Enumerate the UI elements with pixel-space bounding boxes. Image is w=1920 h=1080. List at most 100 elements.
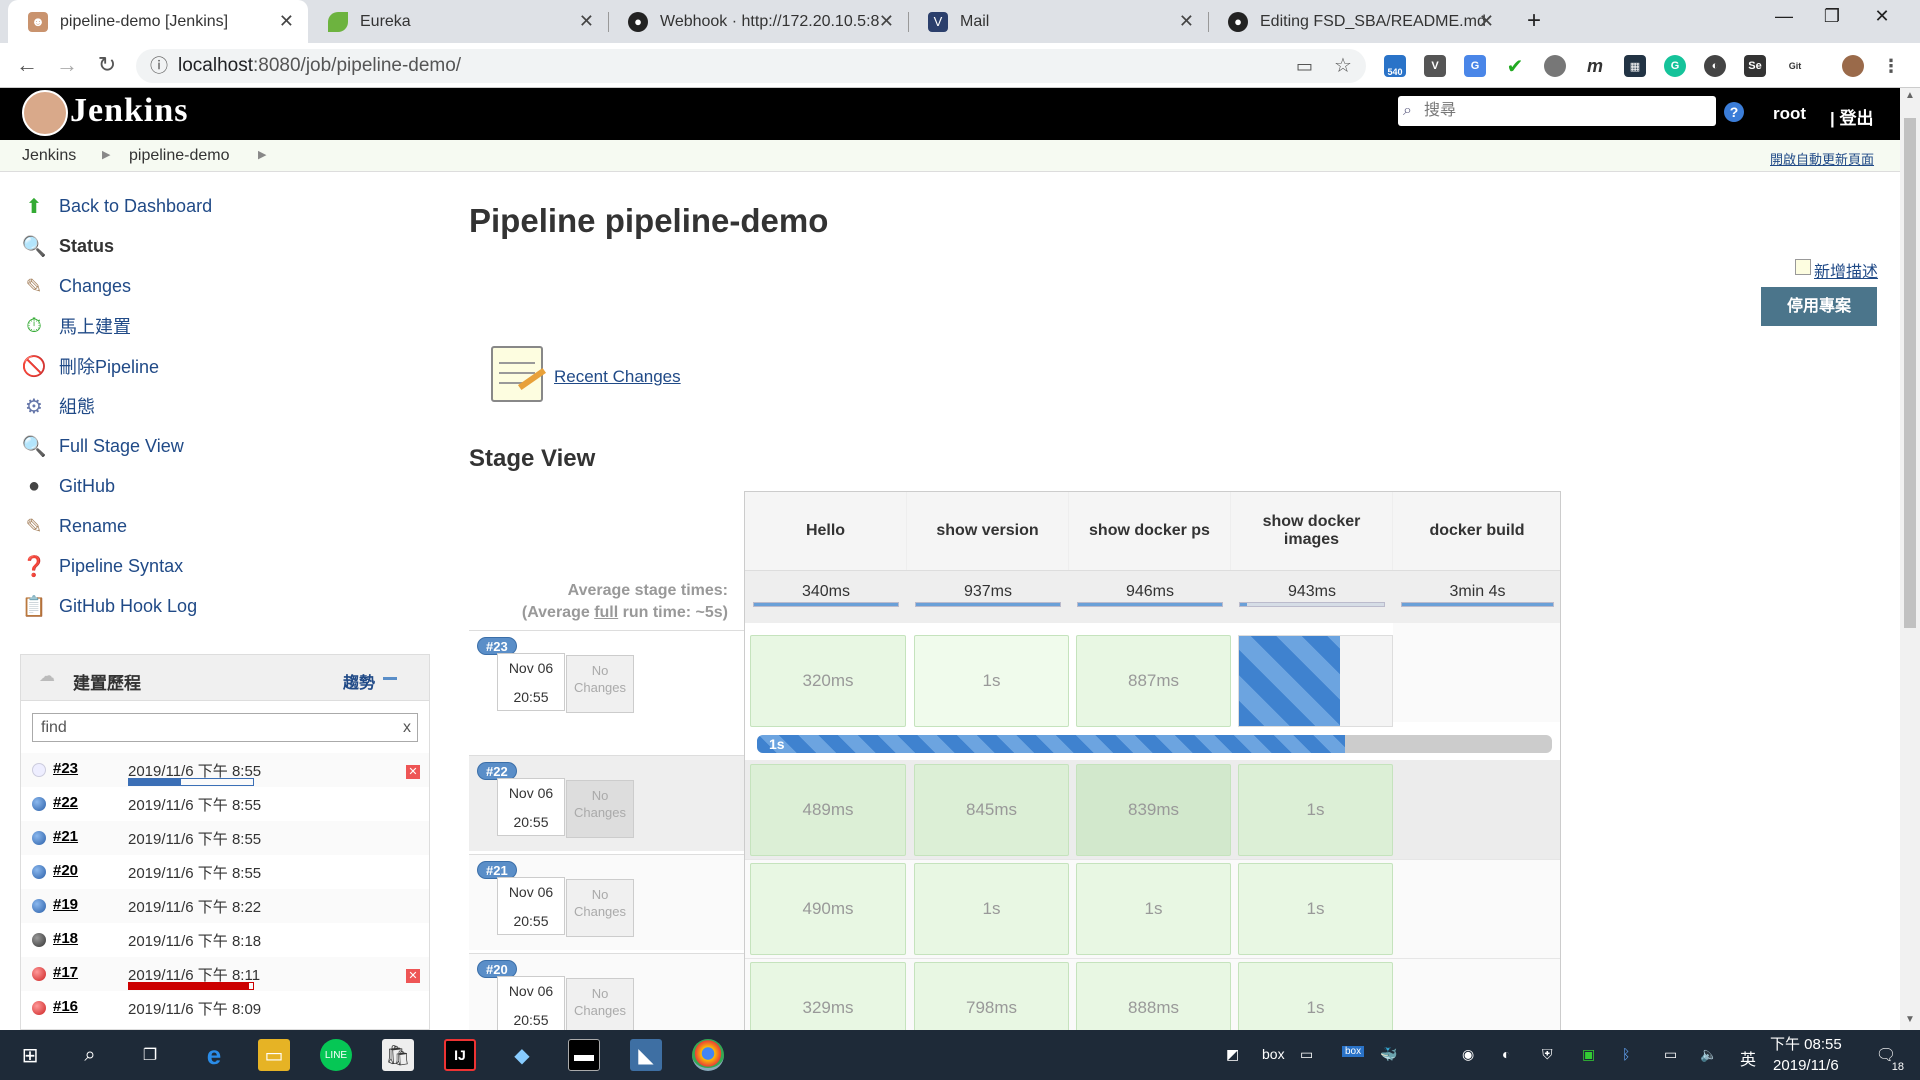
stage-cell-23-hello[interactable]: 320ms: [750, 635, 906, 727]
sidebar-item-github-hook-log[interactable]: 📋 GitHub Hook Log: [20, 592, 198, 620]
intellij-icon[interactable]: IJ: [444, 1039, 476, 1071]
notification-center-icon[interactable]: 🗨 18: [1870, 1039, 1904, 1073]
build-number-link[interactable]: #21: [53, 828, 78, 845]
sidebar-item-pipeline-syntax[interactable]: ❓ Pipeline Syntax: [20, 552, 184, 580]
stage-cell-22-show-version[interactable]: 845ms: [914, 764, 1069, 856]
stage-cell-21-show-docker-ps[interactable]: 1s: [1076, 863, 1231, 955]
build-number-link[interactable]: #17: [53, 964, 78, 981]
close-window-icon[interactable]: ✕: [1862, 6, 1902, 27]
close-tab-icon[interactable]: ✕: [579, 11, 594, 32]
line-app-icon[interactable]: LINE: [320, 1039, 352, 1071]
stage-cell-21-show-docker-images[interactable]: 1s: [1238, 863, 1393, 955]
info-icon[interactable]: ⓘ: [150, 49, 168, 83]
build-number-link[interactable]: #23: [53, 760, 78, 777]
no-changes-box[interactable]: No Changes: [566, 655, 634, 713]
restore-icon[interactable]: ❐: [1812, 6, 1852, 27]
disable-project-button[interactable]: 停用專案: [1761, 287, 1877, 326]
translate-icon[interactable]: G: [1464, 55, 1486, 77]
build-row-22[interactable]: #22 2019/11/6 下午 8:55: [21, 787, 429, 821]
mysql-workbench-icon[interactable]: ◣: [630, 1039, 662, 1071]
build-row-17[interactable]: #17 2019/11/6 下午 8:11 ✕: [21, 957, 429, 991]
gitzip-icon[interactable]: Git: [1784, 55, 1806, 77]
stage-cell-21-show-version[interactable]: 1s: [914, 863, 1069, 955]
auto-refresh-link[interactable]: 開啟自動更新頁面: [1770, 149, 1874, 168]
task-view-icon[interactable]: ❐: [134, 1039, 166, 1071]
build-row-23[interactable]: #23 2019/11/6 下午 8:55 ✕: [21, 753, 429, 787]
help-icon[interactable]: ?: [1724, 102, 1744, 122]
checkmark-icon[interactable]: ✔: [1504, 55, 1526, 78]
search-icon[interactable]: ⌕: [74, 1039, 106, 1071]
defender-shield-icon[interactable]: ⛨: [1542, 1046, 1553, 1063]
tray-green-icon[interactable]: ▣: [1582, 1046, 1595, 1063]
stage-build-21[interactable]: #21 Nov 06 20:55 No Changes: [469, 854, 744, 950]
stage-cell-20-hello[interactable]: 329ms: [750, 962, 906, 1030]
url-bar[interactable]: ⓘ localhost:8080/job/pipeline-demo/ ▭ ☆: [136, 49, 1366, 83]
system-clock[interactable]: 下午 08:55 2019/11/6: [1770, 1034, 1842, 1076]
build-number-link[interactable]: #19: [53, 896, 78, 913]
cast-icon[interactable]: ▭: [1296, 49, 1313, 83]
cancel-build-icon[interactable]: ✕: [406, 765, 420, 779]
chrome-menu-icon[interactable]: ⋮: [1880, 55, 1902, 77]
stage-cell-21-hello[interactable]: 490ms: [750, 863, 906, 955]
build-number-link[interactable]: #16: [53, 998, 78, 1015]
build-date[interactable]: 2019/11/6 下午 8:55: [128, 862, 261, 883]
stage-cell-23-show-docker-ps[interactable]: 887ms: [1076, 635, 1231, 727]
sidebar-item-changes[interactable]: ✎ Changes: [20, 272, 131, 300]
windows-start-icon[interactable]: ⊞: [14, 1039, 46, 1071]
stage-cell-22-hello[interactable]: 489ms: [750, 764, 906, 856]
extension-v-icon[interactable]: V: [1424, 55, 1446, 77]
close-tab-icon[interactable]: ✕: [1179, 11, 1194, 32]
minimize-icon[interactable]: —: [1764, 6, 1804, 27]
build-date[interactable]: 2019/11/6 下午 8:22: [128, 896, 261, 917]
build-row-16[interactable]: #16 2019/11/6 下午 8:09: [21, 991, 429, 1025]
build-filter-input[interactable]: find x: [32, 713, 418, 742]
file-explorer-icon[interactable]: ▭: [258, 1039, 290, 1071]
sidebar-item-full-stage-view[interactable]: 🔍 Full Stage View: [20, 432, 184, 460]
edge-icon[interactable]: e: [198, 1039, 230, 1071]
no-changes-box[interactable]: No Changes: [566, 978, 634, 1030]
input-language-indicator[interactable]: 英: [1740, 1046, 1756, 1070]
scroll-up-icon[interactable]: ▲: [1905, 90, 1915, 101]
tab-eureka[interactable]: Eureka ✕: [308, 0, 608, 43]
page-scrollbar[interactable]: ▲ ▼: [1900, 88, 1920, 1030]
circle-extension-icon[interactable]: [1544, 55, 1566, 77]
build-row-20[interactable]: #20 2019/11/6 下午 8:55: [21, 855, 429, 889]
tray-sync-icon[interactable]: ◐: [1502, 1046, 1510, 1062]
trend-minus-icon[interactable]: [383, 677, 397, 680]
dark-mode-icon[interactable]: ◐: [1704, 55, 1726, 77]
breadcrumb-jenkins[interactable]: Jenkins: [22, 147, 76, 165]
chrome-icon[interactable]: [692, 1039, 724, 1071]
full-run-time-link[interactable]: full: [594, 604, 618, 621]
no-changes-box[interactable]: No Changes: [566, 780, 634, 838]
tray-app-icon[interactable]: ◩: [1226, 1046, 1239, 1063]
tray-box-label[interactable]: box: [1262, 1046, 1285, 1062]
edit-description-icon[interactable]: [1795, 259, 1811, 275]
stage-build-20[interactable]: #20 Nov 06 20:55 No Changes: [469, 953, 744, 1030]
sidebar-item-github[interactable]: ● GitHub: [20, 472, 115, 500]
build-row-21[interactable]: #21 2019/11/6 下午 8:55: [21, 821, 429, 855]
build-date[interactable]: 2019/11/6 下午 8:18: [128, 930, 261, 951]
search-input[interactable]: ⌕ 搜尋: [1398, 96, 1716, 126]
recent-changes-link[interactable]: Recent Changes: [554, 367, 681, 387]
add-description-link[interactable]: 新增描述: [1814, 258, 1878, 282]
logout-link[interactable]: | 登出: [1830, 104, 1873, 129]
bluetooth-icon[interactable]: ᛒ: [1622, 1046, 1630, 1062]
tray-monitor-icon[interactable]: ▭: [1300, 1046, 1313, 1063]
forward-arrow-icon[interactable]: →: [52, 52, 82, 78]
build-date[interactable]: 2019/11/6 下午 8:55: [128, 794, 261, 815]
notes-app-icon[interactable]: ◆: [506, 1039, 538, 1071]
volume-icon[interactable]: 🔈: [1700, 1046, 1717, 1063]
close-tab-icon[interactable]: ✕: [279, 11, 294, 32]
build-row-19[interactable]: #19 2019/11/6 下午 8:22: [21, 889, 429, 923]
sidebar-item-back-to-dashboard[interactable]: ⬆ Back to Dashboard: [20, 192, 212, 220]
stage-cell-23-show-version[interactable]: 1s: [914, 635, 1069, 727]
tab-editing-readme[interactable]: ● Editing FSD_SBA/README.md ✕: [1208, 0, 1508, 43]
build-date[interactable]: 2019/11/6 下午 8:55: [128, 828, 261, 849]
jenkins-brand[interactable]: Jenkins: [70, 92, 189, 130]
trend-link[interactable]: 趨勢: [343, 669, 375, 693]
bookmark-star-icon[interactable]: ☆: [1334, 49, 1352, 83]
stage-cell-22-show-docker-ps[interactable]: 839ms: [1076, 764, 1231, 856]
build-row-18[interactable]: #18 2019/11/6 下午 8:18: [21, 923, 429, 957]
breadcrumb-pipeline-demo[interactable]: pipeline-demo: [129, 147, 230, 165]
terminal-icon[interactable]: ▬: [568, 1039, 600, 1071]
